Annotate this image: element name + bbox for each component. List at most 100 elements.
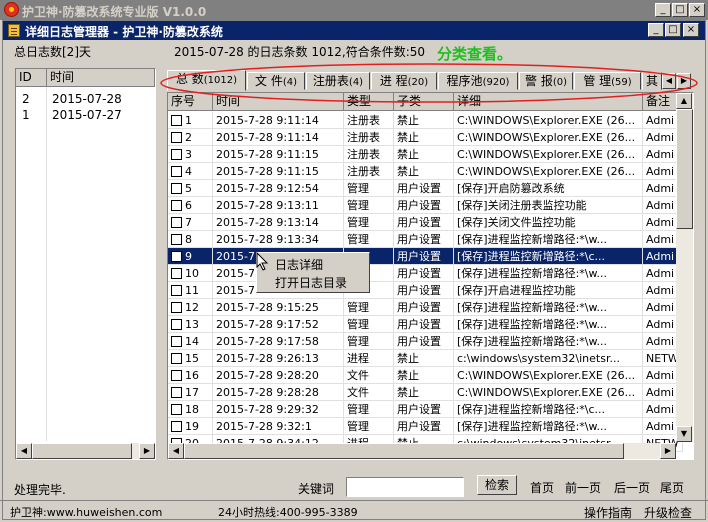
table-row[interactable]: 18 2015-7-28 9:29:32 管理 用户设置 [保存]进程监控新增路径:*\… bbox=[168, 401, 683, 418]
table-row[interactable]: 2 2015-7-28 9:11:14 注册表 禁止 C:\WINDOWS\Explor… bbox=[168, 129, 683, 146]
day-list-hscrollbar[interactable]: ◀ ▶ bbox=[16, 443, 155, 459]
table-row[interactable]: 11 2015-7 用户设置 [保存]开启进程监控功能 Admi bbox=[168, 282, 683, 299]
cell-text: Admi bbox=[646, 199, 675, 212]
row-checkbox[interactable] bbox=[171, 387, 182, 398]
table-row[interactable]: 12 2015-7-28 9:15:25 管理 用户设置 [保存]进程监控新增路径:*\… bbox=[168, 299, 683, 316]
cell-text: 2015-7-28 9:29:32 bbox=[216, 403, 319, 416]
row-checkbox[interactable] bbox=[171, 268, 182, 279]
table-row[interactable]: 19 2015-7-28 9:32:1 管理 用户设置 [保存]进程监控新增路径:*\w… bbox=[168, 418, 683, 435]
row-checkbox[interactable] bbox=[171, 149, 182, 160]
context-menu: 日志详细 打开日志目录 bbox=[256, 252, 370, 293]
scroll-right-icon[interactable]: ▶ bbox=[660, 443, 676, 459]
scroll-thumb[interactable] bbox=[184, 443, 624, 459]
first-page-button[interactable]: 首页 bbox=[530, 479, 554, 496]
table-cell: 注册表 bbox=[344, 146, 394, 163]
cell-text: 2015-7-28 9:26:13 bbox=[216, 352, 319, 365]
table-row[interactable]: 13 2015-7-28 9:17:52 管理 用户设置 [保存]进程监控新增路径:*\… bbox=[168, 316, 683, 333]
table-row[interactable]: 15 2015-7-28 9:26:13 进程 禁止 c:\windows\system… bbox=[168, 350, 683, 367]
prev-page-button[interactable]: 前一页 bbox=[565, 479, 601, 496]
scroll-thumb[interactable] bbox=[676, 109, 693, 229]
row-checkbox[interactable] bbox=[171, 319, 182, 330]
footer-site[interactable]: 护卫神:www.huweishen.com bbox=[10, 504, 162, 520]
row-checkbox[interactable] bbox=[171, 336, 182, 347]
row-checkbox[interactable] bbox=[171, 234, 182, 245]
table-cell: 用户设置 bbox=[394, 214, 454, 231]
table-row[interactable]: 16 2015-7-28 9:28:20 文件 禁止 C:\WINDOWS\Explor… bbox=[168, 367, 683, 384]
day-header-time[interactable]: 时间 bbox=[47, 69, 155, 87]
row-checkbox[interactable] bbox=[171, 115, 182, 126]
cell-text: 10 bbox=[185, 267, 199, 280]
dialog-minimize-button[interactable]: _ bbox=[648, 23, 664, 37]
table-row[interactable]: 7 2015-7-28 9:13:14 管理 用户设置 [保存]关闭文件监控功能 Admi bbox=[168, 214, 683, 231]
cell-text: 用户设置 bbox=[397, 182, 441, 195]
row-checkbox[interactable] bbox=[171, 166, 182, 177]
row-checkbox[interactable] bbox=[171, 285, 182, 296]
close-button[interactable]: × bbox=[689, 3, 705, 17]
cell-text: 用户设置 bbox=[397, 267, 441, 280]
cell-text: 管理 bbox=[347, 335, 369, 348]
search-button[interactable]: 检索 bbox=[477, 475, 517, 495]
cell-text: 禁止 bbox=[397, 165, 419, 178]
row-checkbox[interactable] bbox=[171, 132, 182, 143]
menu-item-open-log-dir[interactable]: 打开日志目录 bbox=[275, 274, 347, 291]
table-row[interactable]: 10 2015-7 用户设置 [保存]进程监控新增路径:*\w... Admi bbox=[168, 265, 683, 282]
table-cell: 16 bbox=[168, 367, 213, 384]
cell-text: [保存]进程监控新增路径:*\w... bbox=[457, 420, 607, 433]
table-cell: 注册表 bbox=[344, 129, 394, 146]
maximize-button[interactable]: □ bbox=[672, 3, 688, 17]
cell-text: 1 bbox=[185, 114, 192, 127]
row-checkbox[interactable] bbox=[171, 421, 182, 432]
minimize-button[interactable]: _ bbox=[655, 3, 671, 17]
table-cell: 2015-7-28 9:11:15 bbox=[213, 163, 344, 180]
table-cell: C:\WINDOWS\Explorer.EXE (26... bbox=[454, 367, 643, 384]
table-cell: 7 bbox=[168, 214, 213, 231]
row-checkbox[interactable] bbox=[171, 353, 182, 364]
scroll-thumb[interactable] bbox=[32, 443, 132, 459]
row-checkbox[interactable] bbox=[171, 404, 182, 415]
cell-text: 注册表 bbox=[347, 114, 380, 127]
table-row[interactable]: 6 2015-7-28 9:13:11 管理 用户设置 [保存]关闭注册表监控功能 Adm… bbox=[168, 197, 683, 214]
table-cell: 9 bbox=[168, 248, 213, 265]
row-checkbox[interactable] bbox=[171, 370, 182, 381]
dialog-maximize-button[interactable]: □ bbox=[665, 23, 681, 37]
day-date: 2015-07-27 bbox=[52, 108, 122, 122]
row-checkbox[interactable] bbox=[171, 251, 182, 262]
table-row[interactable]: 4 2015-7-28 9:11:15 注册表 禁止 C:\WINDOWS\Explor… bbox=[168, 163, 683, 180]
table-row[interactable]: 1 2015-7-28 9:11:14 注册表 禁止 C:\WINDOWS\Explor… bbox=[168, 112, 683, 129]
row-checkbox[interactable] bbox=[171, 200, 182, 211]
table-row[interactable]: 5 2015-7-28 9:12:54 管理 用户设置 [保存]开启防篡改系统 Admi bbox=[168, 180, 683, 197]
dialog-close-button[interactable]: × bbox=[683, 23, 699, 37]
scroll-right-icon[interactable]: ▶ bbox=[139, 443, 155, 459]
table-row[interactable]: 8 2015-7-28 9:13:34 管理 用户设置 [保存]进程监控新增路径:*\w… bbox=[168, 231, 683, 248]
next-page-button[interactable]: 后一页 bbox=[614, 479, 650, 496]
table-cell: 进程 bbox=[344, 350, 394, 367]
cell-text: 禁止 bbox=[397, 114, 419, 127]
table-cell: 2015-7-28 9:26:13 bbox=[213, 350, 344, 367]
table-cell: 2015-7-28 9:29:32 bbox=[213, 401, 344, 418]
table-row[interactable]: 17 2015-7-28 9:28:28 文件 禁止 C:\WINDOWS\Explor… bbox=[168, 384, 683, 401]
row-checkbox[interactable] bbox=[171, 302, 182, 313]
day-row[interactable]: 2 2015-07-28 bbox=[16, 91, 155, 108]
log-table-hscrollbar[interactable]: ◀ ▶ bbox=[168, 443, 676, 459]
row-checkbox[interactable] bbox=[171, 217, 182, 228]
day-header-id[interactable]: ID bbox=[16, 69, 47, 87]
log-table-vscrollbar[interactable]: ▲ ▼ bbox=[676, 93, 693, 442]
scroll-left-icon[interactable]: ◀ bbox=[168, 443, 184, 459]
scroll-down-icon[interactable]: ▼ bbox=[676, 426, 692, 442]
cell-text: 注册表 bbox=[347, 148, 380, 161]
guide-link[interactable]: 操作指南 bbox=[584, 504, 632, 521]
menu-item-log-detail[interactable]: 日志详细 bbox=[275, 256, 323, 273]
table-row[interactable]: 9 2015-7 用户设置 [保存]进程监控新增路径:*\c... Admi bbox=[168, 248, 683, 265]
table-cell: 注册表 bbox=[344, 112, 394, 129]
last-page-button[interactable]: 尾页 bbox=[660, 479, 684, 496]
table-cell: 2015-7-28 9:17:58 bbox=[213, 333, 344, 350]
scroll-left-icon[interactable]: ◀ bbox=[16, 443, 32, 459]
upgrade-link[interactable]: 升级检查 bbox=[644, 504, 692, 521]
table-row[interactable]: 14 2015-7-28 9:17:58 管理 用户设置 [保存]进程监控新增路径:*\… bbox=[168, 333, 683, 350]
keyword-input[interactable] bbox=[346, 477, 464, 497]
cell-text: Admi bbox=[646, 233, 675, 246]
table-cell: 用户设置 bbox=[394, 333, 454, 350]
row-checkbox[interactable] bbox=[171, 183, 182, 194]
day-row[interactable]: 1 2015-07-27 bbox=[16, 107, 155, 124]
table-row[interactable]: 3 2015-7-28 9:11:15 注册表 禁止 C:\WINDOWS\Explor… bbox=[168, 146, 683, 163]
